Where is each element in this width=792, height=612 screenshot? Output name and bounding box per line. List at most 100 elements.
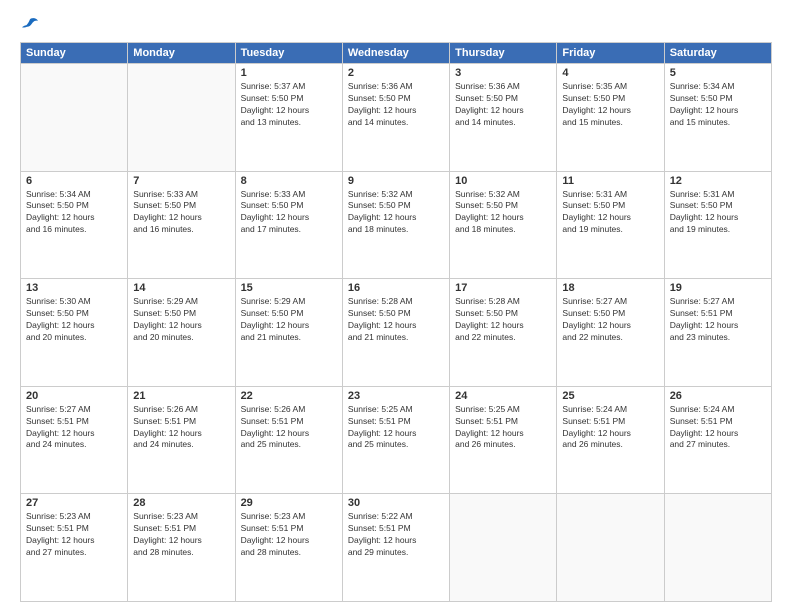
calendar-cell: 7Sunrise: 5:33 AM Sunset: 5:50 PM Daylig… xyxy=(128,171,235,279)
calendar-header-saturday: Saturday xyxy=(664,43,771,64)
calendar-cell: 26 Sunrise: 5:24 AM Sunset: 5:51 PM Dayli… xyxy=(664,386,771,494)
day-info: Sunrise: 5:32 AM Sunset: 5:50 PM Dayligh… xyxy=(348,189,444,237)
week-row-5: 27Sunrise: 5:23 AM Sunset: 5:51 PM Dayli… xyxy=(21,494,772,602)
calendar-cell: 4 Sunrise: 5:35 AM Sunset: 5:50 PM Daylig… xyxy=(557,64,664,172)
day-number: 10 xyxy=(455,175,551,187)
day-number: 4 xyxy=(562,67,658,79)
logo xyxy=(20,16,38,32)
day-number: 28 xyxy=(133,497,229,509)
day-number: 11 xyxy=(562,175,658,187)
day-number: 29 xyxy=(241,497,337,509)
day-number: 14 xyxy=(133,282,229,294)
calendar-cell: 11 Sunrise: 5:31 AM Sunset: 5:50 PM Dayli… xyxy=(557,171,664,279)
day-info: Sunrise: 5:28 AM Sunset: 5:50 PM Dayligh… xyxy=(348,296,444,344)
day-info: Sunrise: 5:36 AM Sunset: 5:50 PM Dayligh… xyxy=(455,81,551,129)
calendar-cell: 17Sunrise: 5:28 AM Sunset: 5:50 PM Dayli… xyxy=(450,279,557,387)
calendar-header-wednesday: Wednesday xyxy=(342,43,449,64)
calendar-cell: 20 Sunrise: 5:27 AM Sunset: 5:51 PM Dayli… xyxy=(21,386,128,494)
day-number: 6 xyxy=(26,175,122,187)
day-info: Sunrise: 5:33 AM Sunset: 5:50 PM Dayligh… xyxy=(241,189,337,237)
day-number: 9 xyxy=(348,175,444,187)
day-info: Sunrise: 5:27 AM Sunset: 5:51 PM Dayligh… xyxy=(670,296,766,344)
day-number: 8 xyxy=(241,175,337,187)
calendar-header-friday: Friday xyxy=(557,43,664,64)
day-number: 5 xyxy=(670,67,766,79)
calendar-cell: 2 Sunrise: 5:36 AM Sunset: 5:50 PM Daylig… xyxy=(342,64,449,172)
calendar-header-thursday: Thursday xyxy=(450,43,557,64)
day-info: Sunrise: 5:30 AM Sunset: 5:50 PM Dayligh… xyxy=(26,296,122,344)
calendar-header-row: SundayMondayTuesdayWednesdayThursdayFrid… xyxy=(21,43,772,64)
day-info: Sunrise: 5:24 AM Sunset: 5:51 PM Dayligh… xyxy=(562,404,658,452)
calendar-cell: 5Sunrise: 5:34 AM Sunset: 5:50 PM Daylig… xyxy=(664,64,771,172)
day-number: 7 xyxy=(133,175,229,187)
calendar-cell: 19 Sunrise: 5:27 AM Sunset: 5:51 PM Dayli… xyxy=(664,279,771,387)
day-info: Sunrise: 5:23 AM Sunset: 5:51 PM Dayligh… xyxy=(26,511,122,559)
calendar-cell xyxy=(664,494,771,602)
day-number: 15 xyxy=(241,282,337,294)
calendar-header-tuesday: Tuesday xyxy=(235,43,342,64)
calendar-cell: 22Sunrise: 5:26 AM Sunset: 5:51 PM Dayli… xyxy=(235,386,342,494)
day-info: Sunrise: 5:24 AM Sunset: 5:51 PM Dayligh… xyxy=(670,404,766,452)
day-number: 13 xyxy=(26,282,122,294)
day-info: Sunrise: 5:28 AM Sunset: 5:50 PM Dayligh… xyxy=(455,296,551,344)
calendar-cell: 13 Sunrise: 5:30 AM Sunset: 5:50 PM Dayli… xyxy=(21,279,128,387)
day-info: Sunrise: 5:31 AM Sunset: 5:50 PM Dayligh… xyxy=(670,189,766,237)
day-info: Sunrise: 5:27 AM Sunset: 5:50 PM Dayligh… xyxy=(562,296,658,344)
day-info: Sunrise: 5:29 AM Sunset: 5:50 PM Dayligh… xyxy=(241,296,337,344)
day-info: Sunrise: 5:26 AM Sunset: 5:51 PM Dayligh… xyxy=(241,404,337,452)
calendar-cell: 24Sunrise: 5:25 AM Sunset: 5:51 PM Dayli… xyxy=(450,386,557,494)
day-number: 26 xyxy=(670,390,766,402)
day-number: 25 xyxy=(562,390,658,402)
day-number: 2 xyxy=(348,67,444,79)
calendar-cell: 12 Sunrise: 5:31 AM Sunset: 5:50 PM Dayli… xyxy=(664,171,771,279)
calendar-cell: 30Sunrise: 5:22 AM Sunset: 5:51 PM Dayli… xyxy=(342,494,449,602)
calendar-cell xyxy=(557,494,664,602)
day-info: Sunrise: 5:32 AM Sunset: 5:50 PM Dayligh… xyxy=(455,189,551,237)
day-info: Sunrise: 5:35 AM Sunset: 5:50 PM Dayligh… xyxy=(562,81,658,129)
day-number: 3 xyxy=(455,67,551,79)
day-number: 21 xyxy=(133,390,229,402)
week-row-3: 13 Sunrise: 5:30 AM Sunset: 5:50 PM Dayli… xyxy=(21,279,772,387)
day-number: 16 xyxy=(348,282,444,294)
calendar-cell: 14 Sunrise: 5:29 AM Sunset: 5:50 PM Dayli… xyxy=(128,279,235,387)
day-info: Sunrise: 5:25 AM Sunset: 5:51 PM Dayligh… xyxy=(348,404,444,452)
calendar-header-monday: Monday xyxy=(128,43,235,64)
calendar-cell: 8 Sunrise: 5:33 AM Sunset: 5:50 PM Daylig… xyxy=(235,171,342,279)
calendar-cell xyxy=(450,494,557,602)
calendar-cell: 1 Sunrise: 5:37 AM Sunset: 5:50 PM Daylig… xyxy=(235,64,342,172)
calendar-cell xyxy=(21,64,128,172)
calendar-table: SundayMondayTuesdayWednesdayThursdayFrid… xyxy=(20,42,772,602)
day-info: Sunrise: 5:36 AM Sunset: 5:50 PM Dayligh… xyxy=(348,81,444,129)
calendar-cell: 6 Sunrise: 5:34 AM Sunset: 5:50 PM Daylig… xyxy=(21,171,128,279)
calendar-cell: 21 Sunrise: 5:26 AM Sunset: 5:51 PM Dayli… xyxy=(128,386,235,494)
day-info: Sunrise: 5:34 AM Sunset: 5:50 PM Dayligh… xyxy=(26,189,122,237)
day-number: 19 xyxy=(670,282,766,294)
calendar-cell: 25 Sunrise: 5:24 AM Sunset: 5:51 PM Dayli… xyxy=(557,386,664,494)
calendar-cell: 23 Sunrise: 5:25 AM Sunset: 5:51 PM Dayli… xyxy=(342,386,449,494)
header xyxy=(20,16,772,32)
day-number: 23 xyxy=(348,390,444,402)
week-row-2: 6 Sunrise: 5:34 AM Sunset: 5:50 PM Daylig… xyxy=(21,171,772,279)
day-info: Sunrise: 5:37 AM Sunset: 5:50 PM Dayligh… xyxy=(241,81,337,129)
day-info: Sunrise: 5:25 AM Sunset: 5:51 PM Dayligh… xyxy=(455,404,551,452)
day-number: 1 xyxy=(241,67,337,79)
day-number: 12 xyxy=(670,175,766,187)
calendar-cell: 18 Sunrise: 5:27 AM Sunset: 5:50 PM Dayli… xyxy=(557,279,664,387)
day-number: 18 xyxy=(562,282,658,294)
logo-bird-icon xyxy=(22,16,38,32)
calendar-cell: 16 Sunrise: 5:28 AM Sunset: 5:50 PM Dayli… xyxy=(342,279,449,387)
day-number: 30 xyxy=(348,497,444,509)
calendar-cell: 15 Sunrise: 5:29 AM Sunset: 5:50 PM Dayli… xyxy=(235,279,342,387)
day-info: Sunrise: 5:29 AM Sunset: 5:50 PM Dayligh… xyxy=(133,296,229,344)
calendar-cell xyxy=(128,64,235,172)
page: SundayMondayTuesdayWednesdayThursdayFrid… xyxy=(0,0,792,612)
calendar-cell: 28Sunrise: 5:23 AM Sunset: 5:51 PM Dayli… xyxy=(128,494,235,602)
week-row-1: 1 Sunrise: 5:37 AM Sunset: 5:50 PM Daylig… xyxy=(21,64,772,172)
calendar-cell: 9 Sunrise: 5:32 AM Sunset: 5:50 PM Daylig… xyxy=(342,171,449,279)
day-number: 20 xyxy=(26,390,122,402)
day-info: Sunrise: 5:23 AM Sunset: 5:51 PM Dayligh… xyxy=(241,511,337,559)
day-info: Sunrise: 5:27 AM Sunset: 5:51 PM Dayligh… xyxy=(26,404,122,452)
calendar-cell: 27Sunrise: 5:23 AM Sunset: 5:51 PM Dayli… xyxy=(21,494,128,602)
day-info: Sunrise: 5:31 AM Sunset: 5:50 PM Dayligh… xyxy=(562,189,658,237)
day-info: Sunrise: 5:26 AM Sunset: 5:51 PM Dayligh… xyxy=(133,404,229,452)
